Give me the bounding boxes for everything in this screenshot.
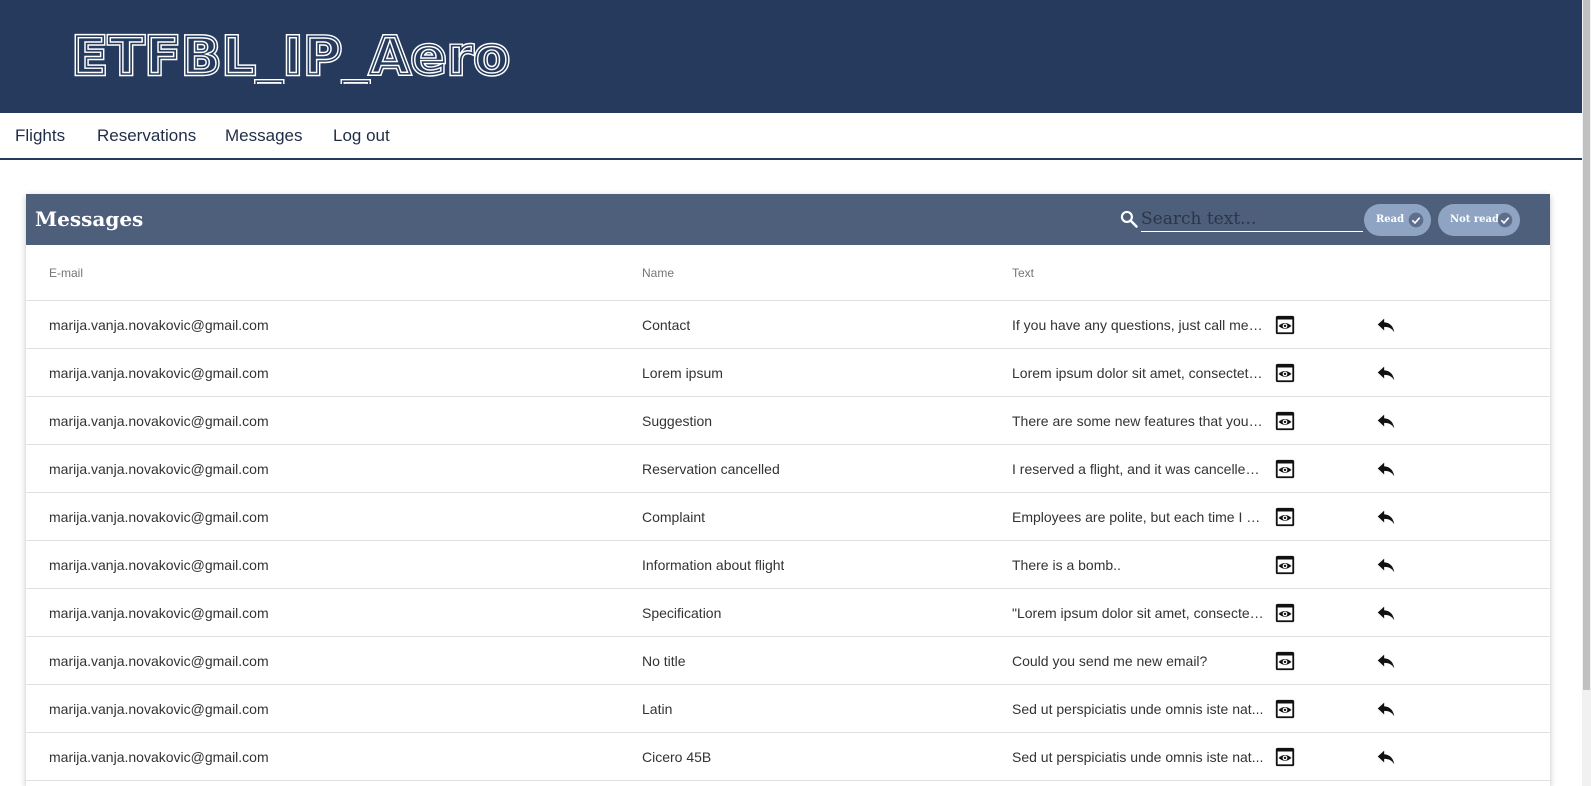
reply-icon[interactable] [1375, 314, 1397, 336]
reply-icon[interactable] [1375, 698, 1397, 720]
reply-icon[interactable] [1375, 362, 1397, 384]
cell-name: Reservation cancelled [642, 461, 780, 477]
cell-email: marija.vanja.novakovic@gmail.com [49, 653, 269, 669]
reply-icon[interactable] [1375, 650, 1397, 672]
cell-name: Suggestion [642, 413, 713, 429]
eye-icon[interactable] [1274, 746, 1296, 768]
nav-log-out[interactable]: Log out [333, 113, 390, 158]
eye-icon[interactable] [1274, 506, 1296, 528]
cell-name: Specification [642, 605, 722, 621]
cell-text: Sed ut perspiciatis unde omnis iste nat.… [1012, 701, 1264, 717]
nav-flights[interactable]: Flights [15, 113, 65, 158]
cell-name: Information about flight [642, 557, 785, 573]
search-input[interactable] [1141, 206, 1363, 232]
column-header-text[interactable]: Text [1012, 245, 1034, 301]
table-row[interactable]: marija.vanja.novakovic@gmail.com No title… [26, 637, 1550, 685]
cell-email: marija.vanja.novakovic@gmail.com [49, 461, 269, 477]
column-header-name[interactable]: Name [642, 245, 674, 301]
page-scrollbar[interactable] [1582, 0, 1591, 786]
scrollbar-thumb[interactable] [1583, 0, 1590, 690]
eye-icon[interactable] [1274, 602, 1296, 624]
reply-icon[interactable] [1375, 410, 1397, 432]
cell-email: marija.vanja.novakovic@gmail.com [49, 509, 269, 525]
eye-icon[interactable] [1274, 458, 1296, 480]
table-row[interactable]: marija.vanja.novakovic@gmail.com Suggesti… [26, 397, 1550, 445]
site-logo[interactable]: ETFBL_IP_Aero ETFBL_IP_Aero [72, 24, 512, 84]
table-row[interactable]: marija.vanja.novakovic@gmail.com Complain… [26, 493, 1550, 541]
site-banner: ETFBL_IP_Aero ETFBL_IP_Aero [0, 0, 1582, 113]
eye-icon[interactable] [1274, 314, 1296, 336]
cell-text: I reserved a flight, and it was cancelle… [1012, 461, 1264, 477]
table-row[interactable]: marija.vanja.novakovic@gmail.com Lorem ip… [26, 349, 1550, 397]
nav-messages[interactable]: Messages [225, 113, 302, 158]
cell-text: "Lorem ipsum dolor sit amet, consectet..… [1012, 605, 1264, 621]
eye-icon[interactable] [1274, 362, 1296, 384]
check-circle-icon [1408, 212, 1424, 228]
page: ETFBL_IP_Aero ETFBL_IP_Aero Flights Rese… [0, 0, 1591, 786]
cell-email: marija.vanja.novakovic@gmail.com [49, 701, 269, 717]
eye-icon[interactable] [1274, 650, 1296, 672]
table-row[interactable]: marija.vanja.novakovic@gmail.com Contact I… [26, 301, 1550, 349]
search-icon [1120, 210, 1138, 228]
check-circle-icon [1497, 212, 1513, 228]
eye-icon[interactable] [1274, 410, 1296, 432]
cell-name: Complaint [642, 509, 706, 525]
cell-email: marija.vanja.novakovic@gmail.com [49, 413, 269, 429]
cell-text: There is a bomb.. [1012, 557, 1121, 573]
table-row[interactable]: marija.vanja.novakovic@gmail.com Specific… [26, 589, 1550, 637]
cell-email: marija.vanja.novakovic@gmail.com [49, 749, 269, 765]
eye-icon[interactable] [1274, 554, 1296, 576]
search-box [1119, 206, 1363, 232]
filter-chip-read[interactable]: Read [1364, 204, 1431, 236]
reply-icon[interactable] [1375, 506, 1397, 528]
table-row[interactable]: marija.vanja.novakovic@gmail.com Cicero 4… [26, 733, 1550, 781]
table-header-row: E-mail Name Text [26, 245, 1550, 301]
eye-icon[interactable] [1274, 698, 1296, 720]
main-nav: Flights Reservations Messages Log out [0, 113, 1582, 160]
cell-text: Could you send me new email? [1012, 653, 1208, 669]
cell-text: If you have any questions, just call me.… [1012, 317, 1264, 333]
filter-chip-not-read-label: Not read [1450, 214, 1500, 225]
table-row[interactable]: marija.vanja.novakovic@gmail.com Informat… [26, 541, 1550, 589]
filter-chip-read-label: Read [1376, 214, 1405, 225]
svg-text:ETFBL_IP_Aero: ETFBL_IP_Aero [72, 27, 511, 84]
nav-reservations[interactable]: Reservations [97, 113, 196, 158]
table-row[interactable]: marija.vanja.novakovic@gmail.com Latin Sed… [26, 685, 1550, 733]
messages-table: E-mail Name Text marija.vanja.novakovic@… [26, 245, 1550, 781]
cell-text: Employees are polite, but each time I re… [1012, 509, 1264, 525]
cell-text: Lorem ipsum dolor sit amet, consectetu..… [1012, 365, 1264, 381]
reply-icon[interactable] [1375, 746, 1397, 768]
cell-email: marija.vanja.novakovic@gmail.com [49, 365, 269, 381]
cell-text: Sed ut perspiciatis unde omnis iste nat.… [1012, 749, 1264, 765]
cell-email: marija.vanja.novakovic@gmail.com [49, 605, 269, 621]
cell-name: Contact [642, 317, 691, 333]
cell-email: marija.vanja.novakovic@gmail.com [49, 317, 269, 333]
reply-icon[interactable] [1375, 554, 1397, 576]
filter-chip-not-read[interactable]: Not read [1438, 204, 1520, 236]
cell-name: Lorem ipsum [642, 365, 723, 381]
cell-name: Cicero 45B [642, 749, 712, 765]
messages-card: Messages Read Not read [26, 194, 1550, 786]
reply-icon[interactable] [1375, 602, 1397, 624]
messages-toolbar: Messages Read Not read [26, 194, 1550, 245]
cell-name: No title [642, 653, 686, 669]
page-title: Messages [35, 207, 144, 231]
reply-icon[interactable] [1375, 458, 1397, 480]
cell-name: Latin [642, 701, 673, 717]
table-row[interactable]: marija.vanja.novakovic@gmail.com Reservat… [26, 445, 1550, 493]
cell-text: There are some new features that you c..… [1012, 413, 1264, 429]
column-header-email[interactable]: E-mail [49, 245, 83, 301]
table-body: marija.vanja.novakovic@gmail.com Contact I… [26, 301, 1550, 781]
cell-email: marija.vanja.novakovic@gmail.com [49, 557, 269, 573]
